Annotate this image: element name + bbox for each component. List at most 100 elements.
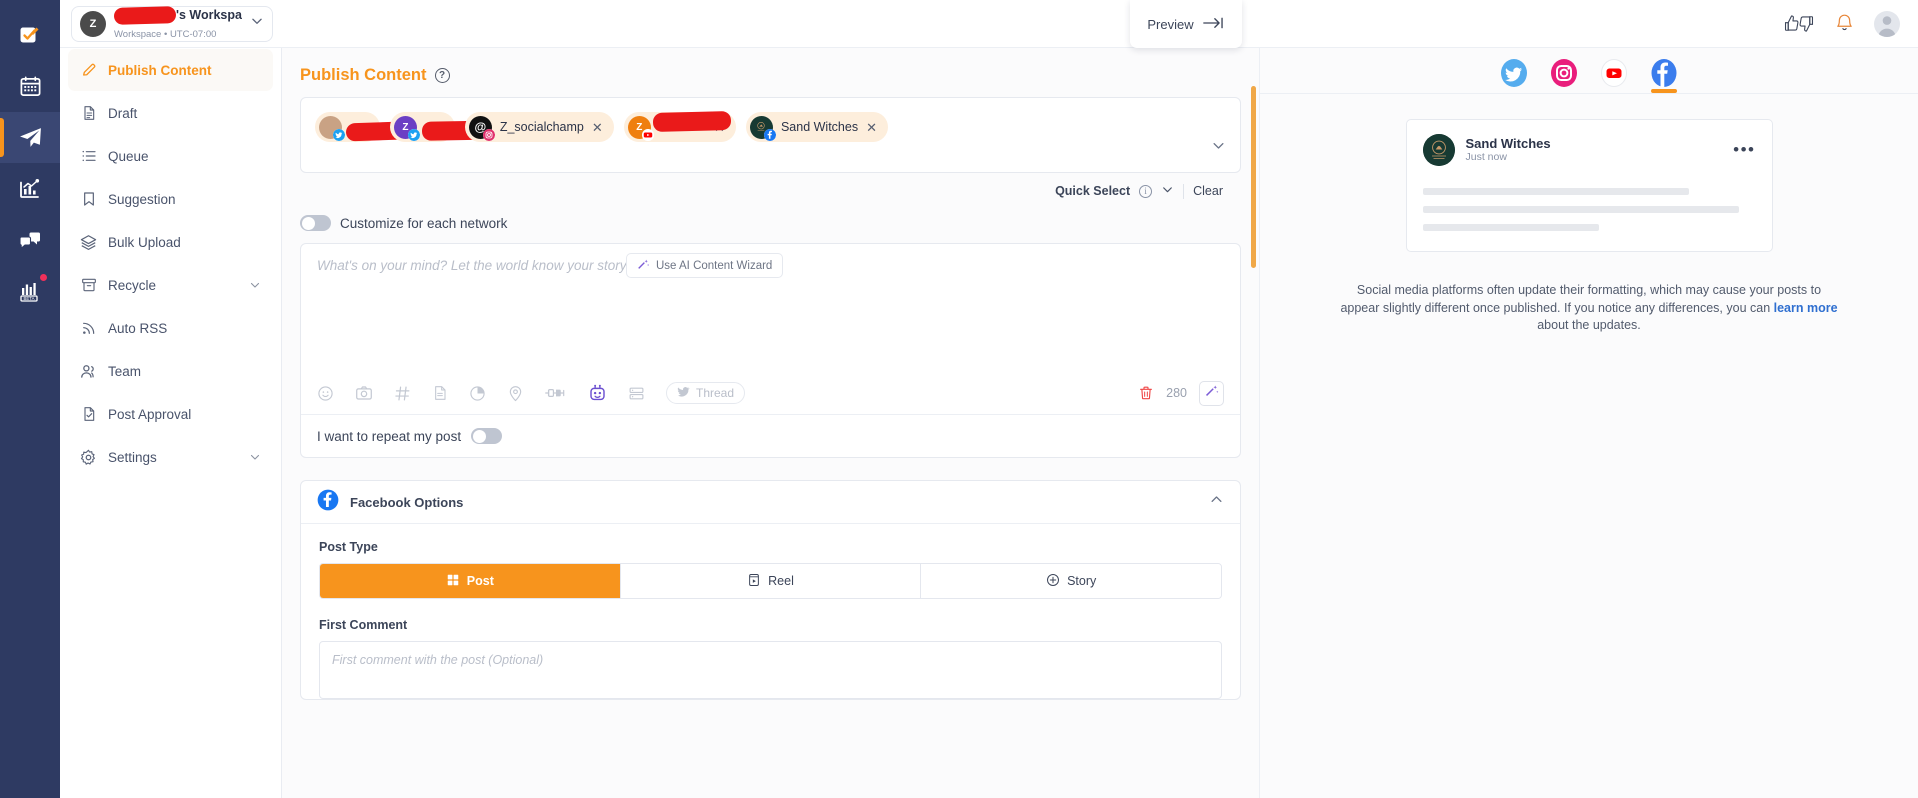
sidebar-label: Draft [108,105,138,121]
pencil-icon [80,62,97,79]
facebook-options-header[interactable]: Facebook Options [301,481,1240,524]
customize-toggle[interactable] [300,215,331,231]
facebook-badge-icon [763,128,776,141]
ai-robot-icon[interactable] [588,384,607,403]
repeat-post-toggle[interactable] [471,428,503,444]
thumbs-up-down-icon[interactable] [1783,14,1815,33]
carousel-icon[interactable] [628,385,645,402]
preview-timestamp: Just now [1465,151,1507,163]
rail-item-compose[interactable] [0,10,60,61]
post-type-label-text: Post [466,574,494,588]
svg-text:BETA: BETA [24,296,35,301]
rail-item-analytics[interactable] [0,163,60,214]
compose-icon [20,27,39,42]
sidebar-label: Team [108,363,142,379]
repeat-post-row: I want to repeat my post [301,414,1240,457]
expand-accounts-chevron-down-icon[interactable] [1211,138,1226,158]
preview-network-tabs [1260,48,1918,94]
preview-tab-facebook[interactable] [1649,53,1679,93]
preview-tab-youtube[interactable] [1599,53,1629,93]
clear-button[interactable]: Clear [1193,184,1223,198]
thread-toggle-chip[interactable]: Thread [666,382,746,404]
link-plug-icon[interactable] [545,386,567,400]
sidebar-item-suggestion[interactable]: Suggestion [68,178,273,220]
beta-notification-dot [39,273,48,282]
sidebar-item-publish-content[interactable]: Publish Content [68,49,273,91]
trash-icon[interactable] [1138,385,1154,401]
post-type-post[interactable]: Post [320,564,621,598]
ellipsis-icon[interactable]: ••• [1733,141,1755,158]
emoji-icon[interactable] [317,385,334,402]
disclaimer-line-1: Social media platforms often update thei… [1356,283,1808,297]
account-chip[interactable]: ✕ [315,112,431,142]
facebook-options-body: Post Type Post Reel Story First Comment … [301,524,1240,699]
document-icon[interactable] [432,385,448,401]
first-comment-input[interactable]: First comment with the post (Optional) [319,641,1222,699]
remove-account-icon[interactable]: ✕ [866,121,877,134]
chevron-up-icon[interactable] [1209,492,1224,512]
account-chip[interactable]: Z mas Adil ✕ [623,110,736,142]
info-icon[interactable]: i [1139,184,1153,198]
question-mark-icon[interactable]: ? [434,68,450,83]
twitter-icon [677,385,690,401]
rail-item-reports-beta[interactable]: BETA [0,265,60,316]
twitter-badge-icon [333,128,345,141]
sidebar-item-draft[interactable]: Draft [68,92,273,134]
user-avatar[interactable] [1874,10,1900,37]
chevron-down-icon[interactable] [249,279,261,291]
use-ai-content-wizard-button[interactable]: Use AI Content Wizard [626,253,784,278]
learn-more-link[interactable]: learn more [1774,301,1838,315]
post-type-label-text: Story [1067,574,1097,588]
account-chip[interactable]: @ Z_socialchamp ✕ [464,112,614,142]
location-pin-icon[interactable] [507,385,524,402]
facebook-options-card: Facebook Options Post Type Post Reel Sto… [300,480,1241,700]
remove-account-icon[interactable]: ✕ [592,121,603,134]
sidebar-item-queue[interactable]: Queue [68,135,273,177]
camera-icon[interactable] [355,384,373,402]
workspace-selector[interactable]: Z 's Workspace Workspace • UTC-07:00 [71,5,273,42]
layers-icon [80,234,97,251]
preview-tab-twitter[interactable] [1499,53,1529,93]
post-type-reel[interactable]: Reel [620,564,922,598]
chevron-down-icon[interactable] [250,14,264,33]
grid-icon [446,573,460,590]
quick-select-chevron-down-icon[interactable] [1161,183,1174,199]
sidebar-item-auto-rss[interactable]: Auto RSS [68,307,273,349]
chevron-down-icon[interactable] [249,451,261,463]
composer-text-area[interactable]: What's on your mind? Let the world know … [301,244,1240,372]
account-chip[interactable]: Z ✕ [389,112,513,142]
sidebar-label: Recycle [108,277,157,293]
users-icon [80,363,97,380]
account-chip[interactable]: Sand Witches ✕ [745,112,888,142]
post-type-label-text: Reel [768,574,794,588]
rail-item-publish[interactable] [0,112,60,163]
sidebar-label: Auto RSS [108,320,168,336]
rail-item-calendar[interactable] [0,61,60,112]
redaction-mark [114,5,177,25]
sidebar-label: Settings [108,449,157,465]
twitter-badge-icon [407,128,420,141]
magic-wand-button[interactable] [1199,380,1224,406]
quick-select-label[interactable]: Quick Select [1055,184,1130,198]
workspace-avatar: Z [80,10,106,37]
sidebar-item-team[interactable]: Team [68,350,273,392]
preview-button[interactable]: Preview [1130,0,1242,48]
composer-card: What's on your mind? Let the world know … [300,243,1241,458]
sidebar-item-bulk-upload[interactable]: Bulk Upload [68,221,273,263]
facebook-icon [317,489,339,516]
preview-tab-instagram[interactable] [1549,53,1579,93]
editor-scrollbar[interactable] [1251,86,1256,268]
bell-icon[interactable] [1835,13,1854,34]
sidebar-item-recycle[interactable]: Recycle [68,264,273,306]
hashtag-icon[interactable] [394,385,411,402]
rail-item-inbox[interactable] [0,214,60,265]
magic-wand-icon [637,258,650,274]
sidebar-label: Post Approval [108,406,192,422]
icon-rail: BETA [0,0,60,798]
preview-label: Preview [1147,16,1194,32]
redaction-mark [652,110,732,133]
post-type-story[interactable]: Story [921,564,1221,598]
sidebar-item-settings[interactable]: Settings [68,436,273,478]
sidebar-item-post-approval[interactable]: Post Approval [68,393,273,435]
pie-chart-icon[interactable] [469,385,486,402]
